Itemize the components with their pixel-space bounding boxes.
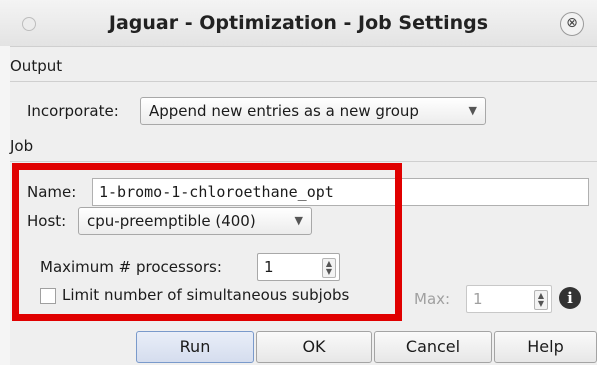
chevron-down-icon: ▼ — [468, 104, 477, 117]
max-subjobs-label: Max: — [414, 290, 451, 308]
job-divider — [10, 161, 597, 162]
incorporate-select-value: Append new entries as a new group — [149, 102, 419, 120]
incorporate-select[interactable]: Append new entries as a new group ▼ — [140, 97, 486, 125]
cancel-button[interactable]: Cancel — [374, 331, 492, 363]
incorporate-label: Incorporate: — [27, 102, 119, 120]
ok-button[interactable]: OK — [256, 331, 372, 363]
limit-subjobs-checkbox[interactable] — [40, 288, 56, 304]
job-section-label: Job — [10, 137, 34, 155]
max-processors-value: 1 — [264, 258, 274, 276]
output-divider — [10, 81, 597, 82]
output-section-label: Output — [10, 57, 63, 75]
left-margin — [0, 46, 10, 365]
close-icon[interactable]: ⊗ — [560, 12, 584, 36]
host-select[interactable]: cpu-preemptible (400) ▼ — [78, 207, 312, 235]
chevron-down-icon: ▼ — [294, 214, 303, 227]
stepper-arrows-icon[interactable]: ▲ ▼ — [534, 290, 548, 310]
title-bar: Jaguar - Optimization - Job Settings ⊗ — [0, 0, 597, 47]
help-button[interactable]: Help — [494, 331, 597, 363]
window-title: Jaguar - Optimization - Job Settings — [108, 12, 489, 34]
info-icon[interactable]: i — [559, 287, 581, 309]
stepper-arrows-icon[interactable]: ▲ ▼ — [322, 258, 336, 278]
name-label: Name: — [27, 183, 77, 201]
limit-subjobs-label: Limit number of simultaneous subjobs — [62, 286, 350, 304]
max-processors-stepper[interactable]: 1 ▲ ▼ — [257, 253, 340, 281]
max-processors-label: Maximum # processors: — [40, 258, 222, 276]
host-label: Host: — [27, 212, 67, 230]
host-select-value: cpu-preemptible (400) — [87, 212, 256, 230]
max-subjobs-stepper[interactable]: 1 ▲ ▼ — [466, 285, 552, 313]
job-name-field[interactable]: 1-bromo-1-chloroethane_opt — [92, 178, 589, 206]
run-button[interactable]: Run — [136, 331, 254, 363]
max-subjobs-value: 1 — [473, 290, 483, 308]
